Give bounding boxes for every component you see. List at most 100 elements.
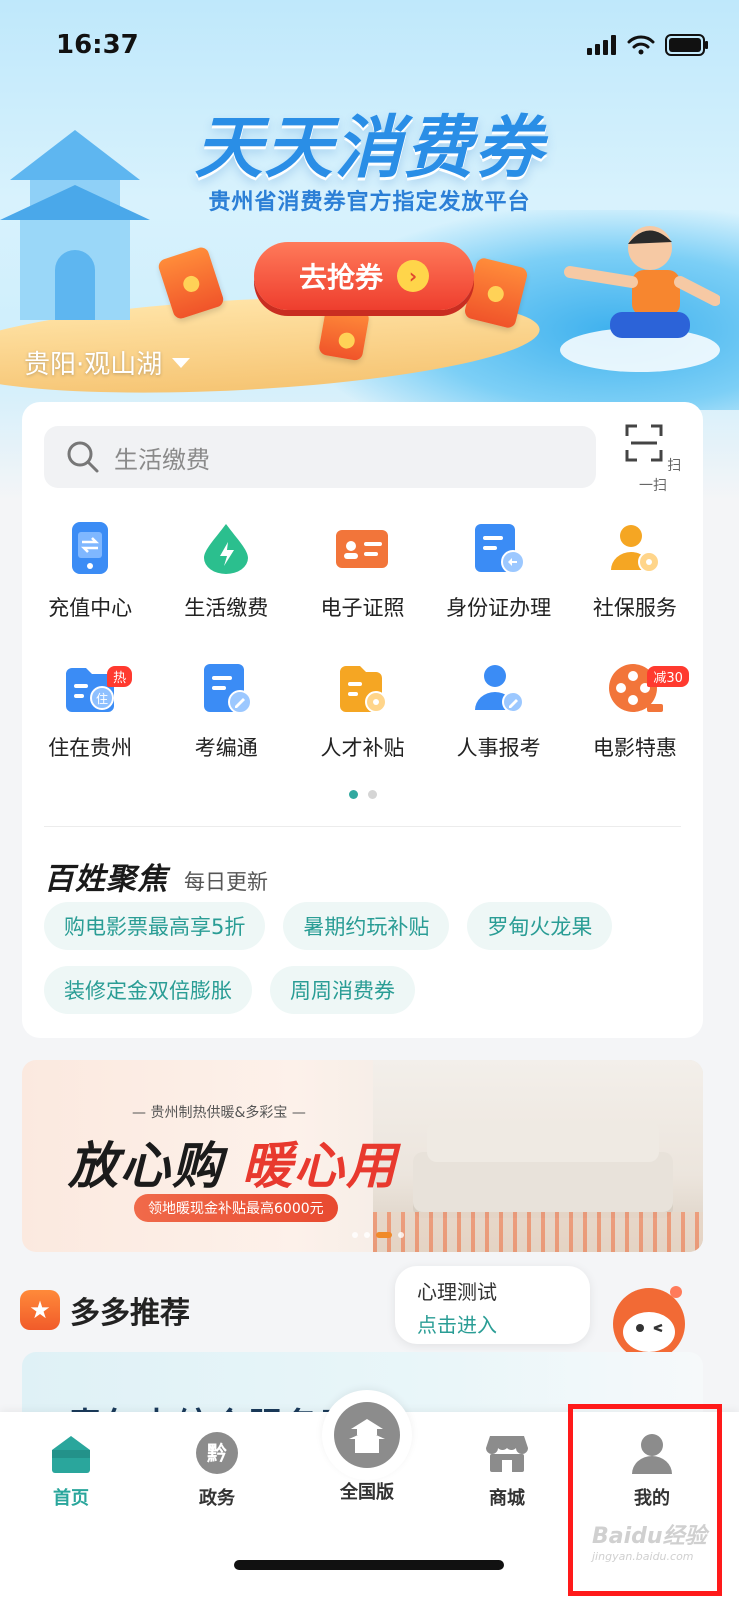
focus-header: 百姓聚焦 每日更新 <box>44 854 268 898</box>
ad-pager-dot-active <box>376 1232 392 1238</box>
ad-headline-b: 暖心用 <box>242 1137 398 1195</box>
surfer-illustration <box>560 226 720 372</box>
sofa-image <box>413 1122 673 1212</box>
ad-headline: 放心购 暖心用 <box>68 1126 398 1198</box>
service-label: 电子证照 <box>320 596 405 620</box>
tab-label: 商城 <box>489 1488 525 1509</box>
tab-store[interactable]: 商城 <box>452 1430 562 1510</box>
service-label: 电影特惠 <box>592 736 677 760</box>
heating-ad-banner[interactable]: — 贵州制热供暖&多彩宝 — 放心购 暖心用 领地暖现金补贴最高6000元 <box>22 1060 703 1252</box>
phone-recharge-icon <box>72 522 109 574</box>
star-icon: ★ <box>20 1290 60 1330</box>
personnel-exam-icon <box>474 665 524 713</box>
focus-chip[interactable]: 装修定金双倍膨胀 <box>44 966 252 1014</box>
page-indicator <box>22 790 703 799</box>
annotation-highlight-box <box>568 1404 722 1596</box>
service-label: 考编通 <box>194 736 258 760</box>
service-label: 人才补贴 <box>320 736 405 760</box>
service-utility[interactable]: 生活缴费 <box>158 520 294 660</box>
service-label: 社保服务 <box>592 596 677 620</box>
id-card-icon <box>336 530 389 568</box>
service-card: 生活缴费 扫一扫 充值中心 生活缴费 电子证照 身份证办理 社保服务 住 热 住… <box>22 402 703 1038</box>
focus-chip[interactable]: 购电影票最高享5折 <box>44 902 266 950</box>
caret-down-icon <box>172 357 191 368</box>
service-grid: 充值中心 生活缴费 电子证照 身份证办理 社保服务 住 热 住在贵州 考编通 人… <box>22 520 703 800</box>
service-movie-deal[interactable]: 减30 电影特惠 <box>567 660 703 800</box>
watermark-url: jingyan.baidu.com <box>592 1550 694 1563</box>
red-envelope-icon <box>317 304 371 362</box>
svg-text:黔: 黔 <box>207 1441 227 1465</box>
wifi-icon <box>627 35 655 55</box>
service-label: 人事报考 <box>456 736 541 760</box>
service-id-card[interactable]: 身份证办理 <box>431 520 567 660</box>
scan-icon <box>625 424 663 462</box>
service-recharge[interactable]: 充值中心 <box>22 520 158 660</box>
watermark: Baidu经验 jingyan.baidu.com <box>592 1518 707 1563</box>
recommend-title: 多多推荐 <box>70 1296 190 1331</box>
ad-headline-a: 放心购 <box>68 1137 224 1195</box>
focus-chip[interactable]: 周周消费券 <box>270 966 415 1014</box>
focus-subtitle: 每日更新 <box>184 870 268 894</box>
service-label: 身份证办理 <box>446 596 552 620</box>
location-label: 贵阳·观山湖 <box>24 350 163 380</box>
focus-title: 百姓聚焦 <box>44 862 168 897</box>
search-bar[interactable]: 生活缴费 <box>44 426 596 488</box>
recommend-header: ★ 多多推荐 <box>20 1288 190 1332</box>
psych-test-title: 心理测试 <box>417 1280 497 1304</box>
page-dot <box>367 790 377 799</box>
psych-test-bubble[interactable]: 心理测试 点击进入 <box>395 1266 590 1344</box>
scan-label: 扫一扫 <box>639 458 682 494</box>
search-icon <box>67 441 99 473</box>
grab-coupon-button[interactable]: 去抢券 › <box>254 242 474 310</box>
location-selector[interactable]: 贵阳·观山湖 <box>24 344 191 381</box>
hot-badge: 热 <box>107 666 133 687</box>
divider <box>44 826 681 827</box>
watermark-brand: Baidu经验 <box>592 1524 707 1549</box>
id-document-icon <box>474 524 525 574</box>
service-exam[interactable]: 考编通 <box>158 660 294 800</box>
focus-chips: 购电影票最高享5折 暑期约玩补贴 罗甸火龙果 装修定金双倍膨胀 周周消费券 <box>44 902 684 1014</box>
tab-national[interactable]: 全国版 <box>312 1478 422 1504</box>
focus-chip[interactable]: 罗甸火龙果 <box>467 902 613 950</box>
service-e-license[interactable]: 电子证照 <box>294 520 430 660</box>
chevron-right-icon: › <box>397 260 429 292</box>
exam-icon <box>204 664 253 714</box>
focus-chip[interactable]: 暑期约玩补贴 <box>283 902 450 950</box>
home-icon <box>52 1436 90 1473</box>
service-live-in-guizhou[interactable]: 住 热 住在贵州 <box>22 660 158 800</box>
service-label: 充值中心 <box>48 596 133 620</box>
floor-heating-image <box>373 1212 703 1252</box>
store-icon <box>486 1436 528 1472</box>
tab-national-button[interactable] <box>322 1390 412 1480</box>
status-icons <box>587 34 709 56</box>
service-talent-subsidy[interactable]: 人才补贴 <box>294 660 430 800</box>
banner-subtitle: 贵州省消费券官方指定发放平台 <box>208 190 531 215</box>
service-row: 住 热 住在贵州 考编通 人才补贴 人事报考 减30 电影特惠 <box>22 660 703 800</box>
tab-label: 首页 <box>53 1488 89 1509</box>
tab-home[interactable]: 首页 <box>16 1430 126 1510</box>
service-social-security[interactable]: 社保服务 <box>567 520 703 660</box>
ad-subsidy-pill: 领地暖现金补贴最高6000元 <box>134 1194 338 1222</box>
utility-drop-icon <box>204 524 249 574</box>
tab-label: 全国版 <box>340 1482 394 1503</box>
signal-icon <box>587 35 616 55</box>
ad-kicker: — 贵州制热供暖&多彩宝 — <box>132 1105 306 1121</box>
tab-government[interactable]: 黔 政务 <box>162 1430 272 1510</box>
scan-button[interactable]: 扫一扫 <box>623 424 683 495</box>
service-row: 充值中心 生活缴费 电子证照 身份证办理 社保服务 <box>22 520 703 660</box>
ad-pager-dot <box>398 1232 404 1238</box>
talent-subsidy-icon <box>340 666 388 713</box>
service-label: 住在贵州 <box>48 736 133 760</box>
search-placeholder: 生活缴费 <box>114 445 210 474</box>
page-dot-active <box>348 790 358 799</box>
government-icon: 黔 <box>196 1432 238 1474</box>
banner-title: 天天消费券 <box>194 109 545 188</box>
svg-text:住: 住 <box>96 692 108 706</box>
pavilion-icon <box>334 1402 400 1468</box>
home-indicator <box>234 1560 504 1570</box>
service-personnel-exam[interactable]: 人事报考 <box>431 660 567 800</box>
tab-label: 政务 <box>199 1488 235 1509</box>
discount-badge: 减30 <box>647 666 689 687</box>
battery-icon <box>665 34 708 56</box>
service-label: 生活缴费 <box>184 596 269 620</box>
